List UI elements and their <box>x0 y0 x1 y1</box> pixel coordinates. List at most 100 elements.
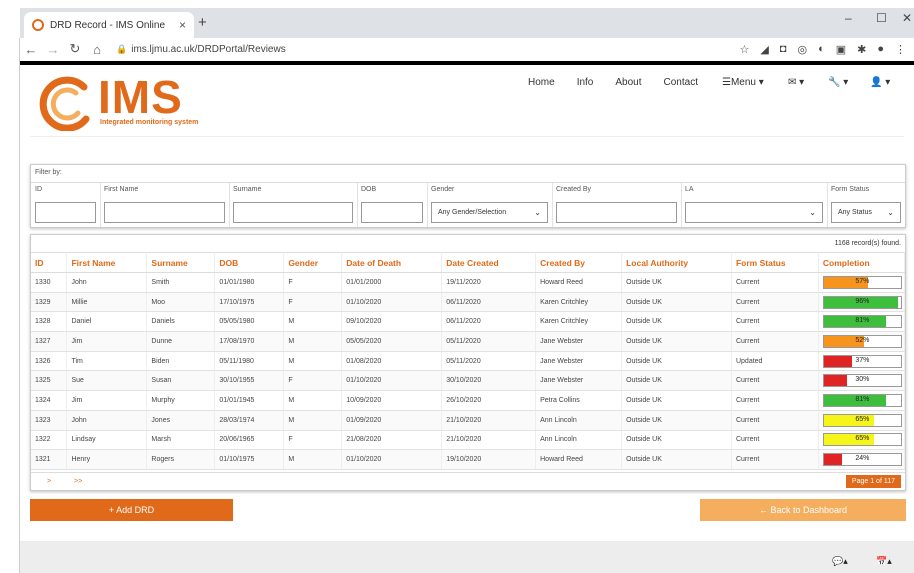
filter-dob-label: DOB <box>361 186 377 193</box>
table-row[interactable]: 1321 Henry Rogers 01/10/1975 M 01/10/2020 19/1… <box>31 449 906 470</box>
cell-form-status: Updated <box>731 351 819 372</box>
nav-home[interactable]: Home <box>528 77 555 88</box>
column-header-created-by[interactable]: Created By <box>535 252 623 273</box>
nav-info[interactable]: Info <box>577 77 594 88</box>
cell-dob: 05/05/1980 <box>214 311 285 333</box>
cell-local-authority: Outside UK <box>621 430 732 451</box>
extension-icon[interactable]: ◐ <box>818 43 825 56</box>
filter-la-select[interactable]: ⌄ <box>685 202 823 223</box>
column-header-gender[interactable]: Gender <box>283 252 343 273</box>
extension-icon[interactable]: ◢ <box>760 43 768 56</box>
column-header-date-of-death[interactable]: Date of Death <box>341 252 443 273</box>
puzzle-icon[interactable]: ✱ <box>857 43 866 56</box>
wrench-icon[interactable]: 🔧 ▾ <box>828 77 848 88</box>
column-header-first-name[interactable]: First Name <box>66 252 148 273</box>
nav-contact[interactable]: Contact <box>664 77 698 88</box>
extension-icon[interactable]: ◎ <box>797 43 807 56</box>
cell-date-created: 05/11/2020 <box>441 351 537 372</box>
url-field[interactable]: ims.ljmu.ac.uk/DRDPortal/Reviews <box>131 44 739 55</box>
filter-first-name-input[interactable] <box>104 202 225 223</box>
tab-close-icon[interactable]: × <box>179 18 186 32</box>
next-page-link[interactable]: > <box>47 478 51 485</box>
profile-avatar-icon[interactable]: ● <box>877 43 884 56</box>
top-navigation: Home Info About Contact <box>528 77 720 88</box>
table-row[interactable]: 1324 Jim Murphy 01/01/1945 M 10/09/2020 26/10/… <box>31 390 906 411</box>
cell-form-status: Current <box>731 390 819 411</box>
column-header-date-created[interactable]: Date Created <box>441 252 537 273</box>
add-drd-button[interactable]: + Add DRD <box>30 499 233 521</box>
table-row[interactable]: 1326 Tim Biden 05/11/1980 M 01/08/2020 05/11/2… <box>31 351 906 372</box>
last-page-link[interactable]: >> <box>74 478 82 485</box>
calendar-icon[interactable]: 📅▴ <box>876 556 892 567</box>
table-row[interactable]: 1322 Lindsay Marsh 20/06/1965 F 21/08/2020 21/… <box>31 430 906 451</box>
back-arrow-icon[interactable]: ← <box>20 42 42 57</box>
filter-created-by-input[interactable] <box>556 202 677 223</box>
cell-gender: M <box>283 331 343 352</box>
star-icon[interactable]: ☆ <box>739 43 749 56</box>
ims-logo-icon <box>39 76 90 131</box>
table-row[interactable]: 1327 Jim Dunne 17/08/1970 M 05/05/2020 05/11/2… <box>31 331 906 352</box>
lock-icon[interactable]: 🔒 <box>116 44 127 55</box>
nav-menu-dropdown[interactable]: ☰Menu ▾ <box>722 77 764 88</box>
table-row[interactable]: 1325 Sue Susan 30/10/1955 F 01/10/2020 30/10/2… <box>31 370 906 392</box>
browser-menu-icon[interactable]: ⋮ <box>895 43 906 56</box>
column-header-surname[interactable]: Surname <box>146 252 216 273</box>
filter-surname-input[interactable] <box>233 202 353 223</box>
filter-column-divider <box>681 183 682 227</box>
table-row[interactable]: 1330 John Smith 01/01/1980 F 01/01/2000 19/11/… <box>31 272 906 293</box>
table-row[interactable]: 1323 John Jones 28/03/1974 M 01/09/2020 21/10/… <box>31 410 906 431</box>
extension-icon[interactable]: ▣ <box>836 43 846 56</box>
cell-dob: 30/10/1955 <box>214 370 285 392</box>
cell-date-of-death: 01/10/2020 <box>341 370 443 392</box>
user-icon[interactable]: 👤 ▾ <box>870 77 890 88</box>
cell-form-status: Current <box>731 430 819 451</box>
cell-date-created: 21/10/2020 <box>441 410 537 431</box>
logo-subtitle: Integrated monitoring system <box>100 119 199 126</box>
mail-icon[interactable]: ✉ ▾ <box>788 77 804 88</box>
column-header-completion[interactable]: Completion <box>818 252 906 273</box>
back-to-dashboard-button[interactable]: ← Back to Dashboard <box>700 499 906 521</box>
extension-icon[interactable]: ◘ <box>780 43 787 56</box>
cell-dob: 17/08/1970 <box>214 331 285 352</box>
chat-icon[interactable]: 💬▴ <box>832 556 848 567</box>
completion-percent: 81% <box>855 317 870 325</box>
cell-date-of-death: 09/10/2020 <box>341 311 443 333</box>
logo-text: IMS <box>98 71 183 123</box>
cell-id: 1327 <box>31 331 68 352</box>
header-divider <box>20 61 914 65</box>
new-tab-button[interactable]: + <box>198 14 207 31</box>
filter-form-status-select[interactable]: Any Status ⌄ <box>831 202 901 223</box>
maximize-icon[interactable]: ☐ <box>876 11 887 25</box>
column-header-id[interactable]: ID <box>31 252 68 273</box>
ims-logo[interactable]: IMS Integrated monitoring system <box>36 71 216 132</box>
cell-local-authority: Outside UK <box>621 311 732 333</box>
home-icon[interactable]: ⌂ <box>86 42 108 57</box>
table-row[interactable]: 1329 Millie Moo 17/10/1975 F 01/10/2020 06/11/… <box>31 292 906 313</box>
minimize-icon[interactable]: – <box>845 11 852 25</box>
browser-tab[interactable]: DRD Record - IMS Online × <box>24 12 194 38</box>
cell-first-name: Jim <box>66 331 148 352</box>
cell-local-authority: Outside UK <box>621 410 732 431</box>
filter-dob-input[interactable] <box>361 202 423 223</box>
column-header-dob[interactable]: DOB <box>214 252 285 273</box>
reload-icon[interactable]: ↻ <box>64 41 86 57</box>
cell-completion: 81% <box>818 311 906 333</box>
filter-id-input[interactable] <box>35 202 96 223</box>
window-close-icon[interactable]: ✕ <box>902 11 912 25</box>
nav-about[interactable]: About <box>615 77 641 88</box>
cell-gender: F <box>283 430 343 451</box>
filter-gender-select[interactable]: Any Gender/Selection ⌄ <box>431 202 548 223</box>
table-row[interactable]: 1328 Daniel Daniels 05/05/1980 M 09/10/2020 06… <box>31 311 906 333</box>
filter-column-divider <box>229 183 230 227</box>
forward-arrow-icon[interactable]: → <box>42 42 64 57</box>
filter-title: Filter by: <box>35 169 62 176</box>
cell-gender: M <box>283 311 343 333</box>
cell-gender: F <box>283 370 343 392</box>
cell-local-authority: Outside UK <box>621 370 732 392</box>
completion-percent: 65% <box>855 415 870 423</box>
cell-created-by: Ann Lincoln <box>535 430 623 451</box>
cell-dob: 28/03/1974 <box>214 410 285 431</box>
column-header-local-authority[interactable]: Local Authority <box>621 252 732 273</box>
column-header-form-status[interactable]: Form Status <box>731 252 819 273</box>
cell-first-name: Sue <box>66 370 148 392</box>
